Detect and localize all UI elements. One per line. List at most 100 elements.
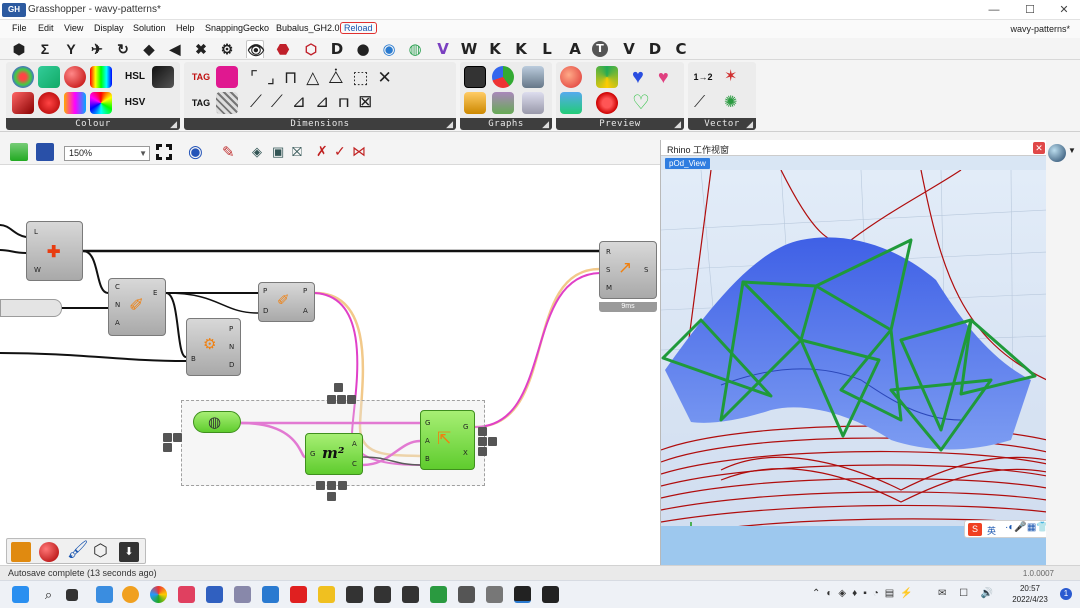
tab-intersect[interactable]: ✖ [192, 40, 210, 58]
number-vector-icon[interactable]: 1→2 [690, 66, 716, 88]
tab-surface[interactable]: ◆ [140, 40, 158, 58]
tab-d2[interactable]: D [646, 40, 664, 58]
app-icon[interactable] [458, 586, 475, 603]
viewport-name-tab[interactable]: pOd_View [665, 158, 710, 169]
tab-plugin-dark[interactable]: ● [354, 40, 372, 58]
mesh-settings-icon[interactable]: ⋈ [352, 143, 366, 160]
colour-picker-icon[interactable] [90, 92, 112, 114]
globe-icon[interactable] [1048, 144, 1066, 162]
vector-field-icon[interactable]: ✺ [724, 92, 746, 114]
maximize-button[interactable]: ☐ [1022, 3, 1038, 17]
group-expand-icon[interactable]: ◢ [542, 118, 549, 130]
app-icon[interactable] [262, 586, 279, 603]
hatch-icon[interactable] [216, 92, 238, 114]
group-expand-icon[interactable]: ◢ [446, 118, 453, 130]
tab-v-purple[interactable]: V [434, 40, 452, 58]
tab-sets[interactable]: Y [62, 40, 80, 58]
tab-plugin-globe[interactable]: ◉ [380, 40, 398, 58]
minimize-button[interactable]: — [986, 3, 1002, 17]
tab-k2[interactable]: K [512, 40, 530, 58]
point-list-icon[interactable]: ⟋ [694, 92, 716, 114]
zoomable-ui-handle-right[interactable] [478, 427, 504, 456]
text-tag-icon[interactable] [216, 66, 238, 88]
menu-file[interactable]: File [12, 23, 27, 33]
menu-edit[interactable]: Edit [38, 23, 54, 33]
custom-preview-icon[interactable] [560, 66, 582, 88]
histogram-icon[interactable] [464, 66, 486, 88]
component-closest-point[interactable]: P D P A ✐ [258, 282, 315, 322]
zoom-level-select[interactable]: 150% ▼ [64, 146, 150, 161]
app-icon[interactable] [178, 586, 195, 603]
widgets-icon[interactable] [96, 586, 113, 603]
save-file-icon[interactable] [36, 143, 54, 161]
zoomable-ui-handle-left[interactable] [163, 433, 189, 453]
tab-params[interactable]: ⬢ [10, 40, 28, 58]
rhino-viewport-window[interactable]: Rhino 工作视窗 ✕ pOd_View [660, 140, 1046, 568]
colour-wheel-icon[interactable] [12, 66, 34, 88]
number-slider[interactable] [0, 299, 62, 317]
chrome-icon[interactable] [150, 586, 167, 603]
tab-vector[interactable]: ✈ [88, 40, 106, 58]
app-icon[interactable] [234, 586, 251, 603]
tab-plugin-shield[interactable]: ⬡ [302, 40, 320, 58]
hsl-icon[interactable]: HSL [122, 66, 148, 88]
gradient-icon[interactable] [90, 66, 112, 88]
heart-green-icon[interactable]: ♡ [632, 92, 654, 114]
grasshopper-canvas[interactable]: L W ✚ C N A E ✐ P D P A ✐ B P N D ⚙ R S … [0, 165, 660, 565]
menu-display[interactable]: Display [94, 23, 124, 33]
paint-brush-icon[interactable]: 🖌 [67, 540, 89, 560]
surface-parameter[interactable]: ◍ [193, 411, 241, 433]
notification-badge-icon[interactable]: 1 [1060, 588, 1072, 600]
vector-display-icon[interactable]: ✶ [724, 66, 746, 88]
tab-t[interactable]: T [592, 41, 608, 57]
task-view-icon[interactable] [66, 589, 78, 601]
component-sweep[interactable]: R S M S ↗ [599, 241, 657, 299]
rhino-active-icon[interactable] [514, 586, 531, 603]
cube-icon[interactable]: ⬡ [93, 541, 108, 561]
heart-blue-icon[interactable]: ♥ [632, 66, 654, 88]
rhino-close-button[interactable]: ✕ [1033, 142, 1045, 154]
tab-plugin-red[interactable]: ⬣ [274, 40, 292, 58]
tab-k1[interactable]: K [486, 40, 504, 58]
heart-pink-icon[interactable]: ♥ [658, 66, 680, 88]
text-tool-icon[interactable] [11, 542, 31, 562]
preview-mesh-icon[interactable] [596, 66, 618, 88]
tab-transform[interactable]: ⚙ [218, 40, 236, 58]
graph-panel-icon[interactable] [522, 66, 544, 88]
app-icon[interactable] [486, 586, 503, 603]
tab-c[interactable]: C [672, 40, 690, 58]
folder-icon[interactable] [318, 586, 335, 603]
tab-w[interactable]: W [460, 40, 478, 58]
menu-solution[interactable]: Solution [133, 23, 166, 33]
network-volume-icon[interactable]: ✉ ☐ 🔊 [938, 588, 998, 599]
tab-display[interactable]: 👁 [246, 40, 265, 58]
document-preview-icon[interactable]: ✓ [334, 143, 346, 160]
download-icon[interactable]: ⬇ [119, 542, 139, 562]
zoomable-ui-handle-top[interactable] [327, 383, 356, 407]
tab-plugin-green[interactable]: ◍ [406, 40, 424, 58]
tab-a[interactable]: A [566, 40, 584, 58]
tab-l[interactable]: L [538, 40, 556, 58]
menu-help[interactable]: Help [176, 23, 195, 33]
colour-sphere-icon[interactable] [64, 66, 86, 88]
selected-preview-icon[interactable]: ✗ [316, 143, 328, 160]
spectrum-icon[interactable] [152, 66, 174, 88]
app-search-icon[interactable] [122, 586, 139, 603]
tab-v[interactable]: V [620, 40, 638, 58]
tab-curve[interactable]: ↻ [114, 40, 132, 58]
group-expand-icon[interactable]: ◢ [746, 118, 753, 130]
menu-snappinggecko[interactable]: SnappingGecko [205, 23, 269, 33]
graph-mapper-icon[interactable] [522, 92, 544, 114]
zoomable-ui-handle-bottom[interactable] [316, 481, 350, 503]
search-icon[interactable]: ⌕ [40, 586, 57, 603]
colour-swatch-icon[interactable] [38, 66, 60, 88]
component-area[interactable]: G A C m² [305, 433, 363, 475]
colour-cube-icon[interactable] [12, 92, 34, 114]
tag-3d-icon[interactable]: TAG [188, 92, 214, 114]
sketch-icon[interactable]: ✎ [222, 143, 235, 161]
bar-graph-icon[interactable] [464, 92, 486, 114]
line-graph-icon[interactable] [492, 92, 514, 114]
pie-chart-icon[interactable] [492, 66, 514, 88]
tab-mesh[interactable]: ◀ [166, 40, 184, 58]
menu-view[interactable]: View [64, 23, 83, 33]
